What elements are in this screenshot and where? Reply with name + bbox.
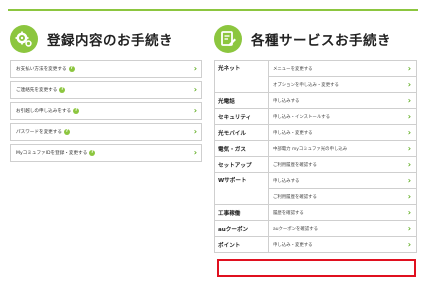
gear-icon [10,25,38,53]
help-icon[interactable]: ? [89,150,96,156]
service-action-label: ご利用履歴を確認する [273,194,317,200]
services-table: 光ネット メニューを変更する › オプションを申し込み・変更する › 光電話 申し込みする ›… [214,60,417,253]
service-action-label: 申し込み・変更する [273,130,313,136]
service-row: 光電話 申し込みする › [214,92,417,109]
registration-link[interactable]: パスワードを変更する? › [10,123,202,141]
service-category: 光電話 [214,92,269,109]
service-action-label: 履歴を確認する [273,210,304,216]
service-category: 光ネット [214,60,269,93]
chevron-right-icon: › [407,207,411,217]
registration-link-text: お引越しの申し込みをする [16,109,72,114]
point-row-highlight [217,259,416,277]
top-divider [8,9,418,11]
chevron-right-icon: › [407,191,411,201]
service-row: 電気・ガス 中部電力 myコミュファ光の申し込み › [214,140,417,157]
registration-link[interactable]: お支払い方法を変更する? › [10,60,202,78]
chevron-right-icon: › [407,95,411,105]
service-action-label: 申し込みする [273,178,300,184]
help-icon[interactable]: ? [68,66,75,72]
service-action-link[interactable]: 申し込み・変更する › [268,236,417,253]
services-section: 各種サービスお手続き 光ネット メニューを変更する › オプションを申し込み・変更する… [214,24,417,253]
chevron-right-icon: › [407,143,411,153]
service-action-link[interactable]: ご利用履歴を確認する › [268,156,417,173]
registration-link[interactable]: ご連絡先を変更する? › [10,81,202,99]
service-category: 工事稼働 [214,204,269,221]
chevron-right-icon: › [193,148,197,157]
registration-link-label: お引越しの申し込みをする? [16,108,194,114]
registration-title: 登録内容のお手続き [47,33,173,49]
service-category: 光モバイル [214,124,269,141]
service-action-link[interactable]: 申し込み・変更する › [268,124,417,141]
service-row: 光モバイル 申し込み・変更する › [214,124,417,141]
service-row: auクーポン auクーポンを確認する › [214,220,417,237]
help-icon[interactable]: ? [63,129,70,135]
service-category: Wサポート [214,172,269,205]
service-action-link[interactable]: 履歴を確認する › [268,204,417,221]
registration-link[interactable]: お引越しの申し込みをする? › [10,102,202,120]
service-action-link[interactable]: メニューを変更する › [268,60,417,77]
service-row: 光ネット メニューを変更する › [214,60,417,93]
service-action-link[interactable]: auクーポンを確認する › [268,220,417,237]
service-action-label: ご利用履歴を確認する [273,162,317,168]
service-action-link[interactable]: 中部電力 myコミュファ光の申し込み › [268,140,417,157]
registration-link-label: お支払い方法を変更する? [16,66,194,72]
chevron-right-icon: › [407,175,411,185]
service-action-label: オプションを申し込み・変更する [273,82,339,88]
service-category: auクーポン [214,220,269,237]
chevron-right-icon: › [407,79,411,89]
pencil-document-icon [214,25,242,53]
registration-link-text: MyコミュファIDを登録・変更する [16,151,88,156]
registration-link-text: ご連絡先を変更する [16,88,58,93]
chevron-right-icon: › [407,223,411,233]
registration-link[interactable]: MyコミュファIDを登録・変更する? › [10,144,202,162]
service-action-link[interactable]: オプションを申し込み・変更する › [268,76,417,93]
service-row: セキュリティ 申し込み・インストールする › [214,108,417,125]
registration-section: 登録内容のお手続き お支払い方法を変更する? › ご連絡先を変更する? › お引越しの申… [10,24,202,165]
chevron-right-icon: › [407,239,411,249]
service-action-label: 中部電力 myコミュファ光の申し込み [273,146,348,152]
service-row: 工事稼働 履歴を確認する › [214,204,417,221]
registration-link-text: お支払い方法を変更する [16,67,67,72]
service-category: セキュリティ [214,108,269,125]
registration-list: お支払い方法を変更する? › ご連絡先を変更する? › お引越しの申し込みをする? › パス… [10,60,202,162]
service-action-label: auクーポンを確認する [273,226,318,232]
service-action-link[interactable]: 申し込み・インストールする › [268,108,417,125]
registration-link-label: パスワードを変更する? [16,129,194,135]
services-header: 各種サービスお手続き [214,24,417,54]
service-category: セットアップ [214,156,269,173]
service-row: Wサポート 申し込みする › [214,172,417,205]
service-row: ポイント 申し込み・変更する › [214,236,417,253]
service-category: 電気・ガス [214,140,269,157]
help-icon[interactable]: ? [73,108,80,114]
service-action-label: 申し込み・変更する [273,242,313,248]
help-icon[interactable]: ? [59,87,66,93]
chevron-right-icon: › [193,106,197,115]
service-action-label: メニューを変更する [273,66,313,72]
service-action-label: 申し込み・インストールする [273,114,330,120]
chevron-right-icon: › [407,111,411,121]
service-action-link[interactable]: 申し込みする › [268,172,417,189]
chevron-right-icon: › [407,63,411,73]
registration-link-text: パスワードを変更する [16,130,62,135]
service-action-link[interactable]: ご利用履歴を確認する › [268,188,417,205]
chevron-right-icon: › [193,85,197,94]
registration-link-label: MyコミュファIDを登録・変更する? [16,150,194,156]
service-action-label: 申し込みする [273,98,300,104]
service-action-link[interactable]: 申し込みする › [268,92,417,109]
registration-header: 登録内容のお手続き [10,24,202,54]
chevron-right-icon: › [193,64,197,73]
service-category: ポイント [214,236,269,253]
registration-link-label: ご連絡先を変更する? [16,87,194,93]
chevron-right-icon: › [407,159,411,169]
chevron-right-icon: › [407,127,411,137]
chevron-right-icon: › [193,127,197,136]
service-row: セットアップ ご利用履歴を確認する › [214,156,417,173]
services-title: 各種サービスお手続き [251,33,391,49]
